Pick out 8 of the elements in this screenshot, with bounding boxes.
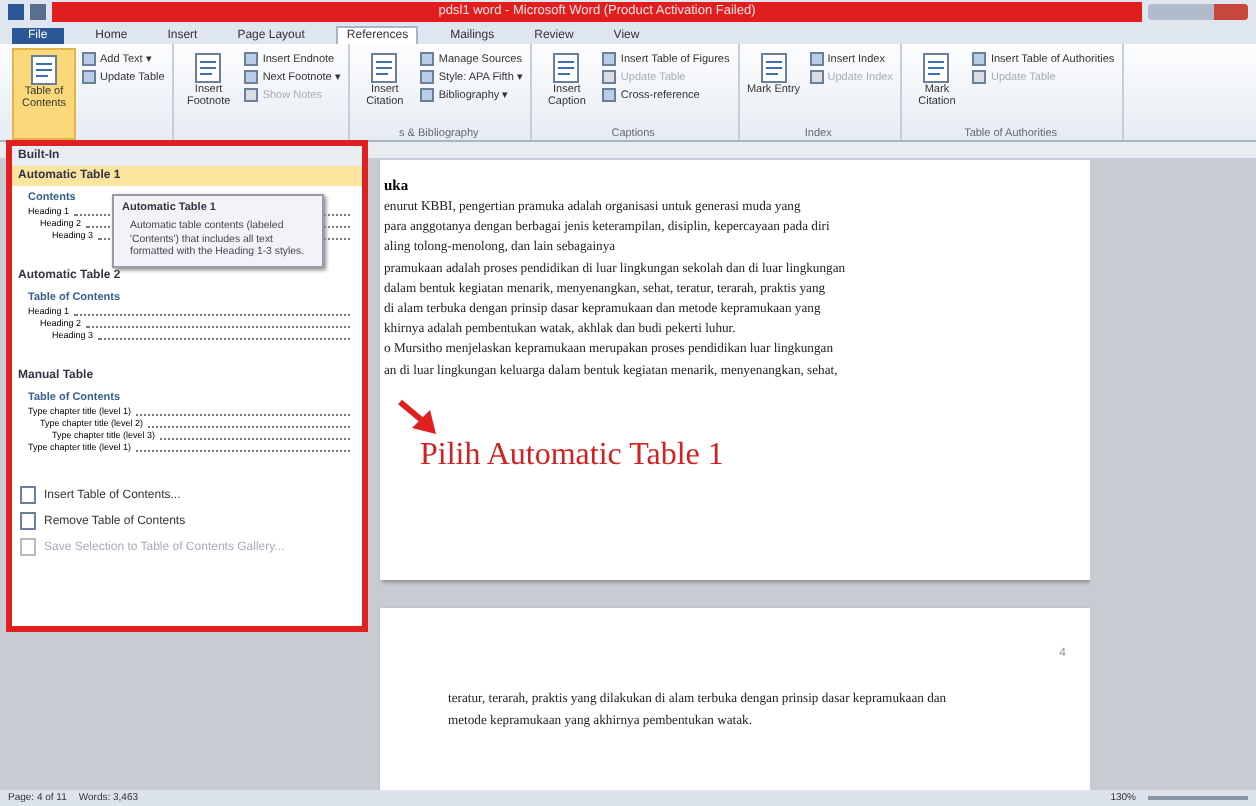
- document-icon: [759, 52, 788, 84]
- annotation-text: Pilih Automatic Table 1: [418, 437, 726, 474]
- document-icon: [370, 52, 399, 84]
- document-icon: [30, 54, 58, 86]
- annotation-arrow: [396, 397, 440, 438]
- document-icon: [552, 52, 581, 84]
- document-icon: [922, 52, 951, 84]
- document-icon: [194, 52, 223, 84]
